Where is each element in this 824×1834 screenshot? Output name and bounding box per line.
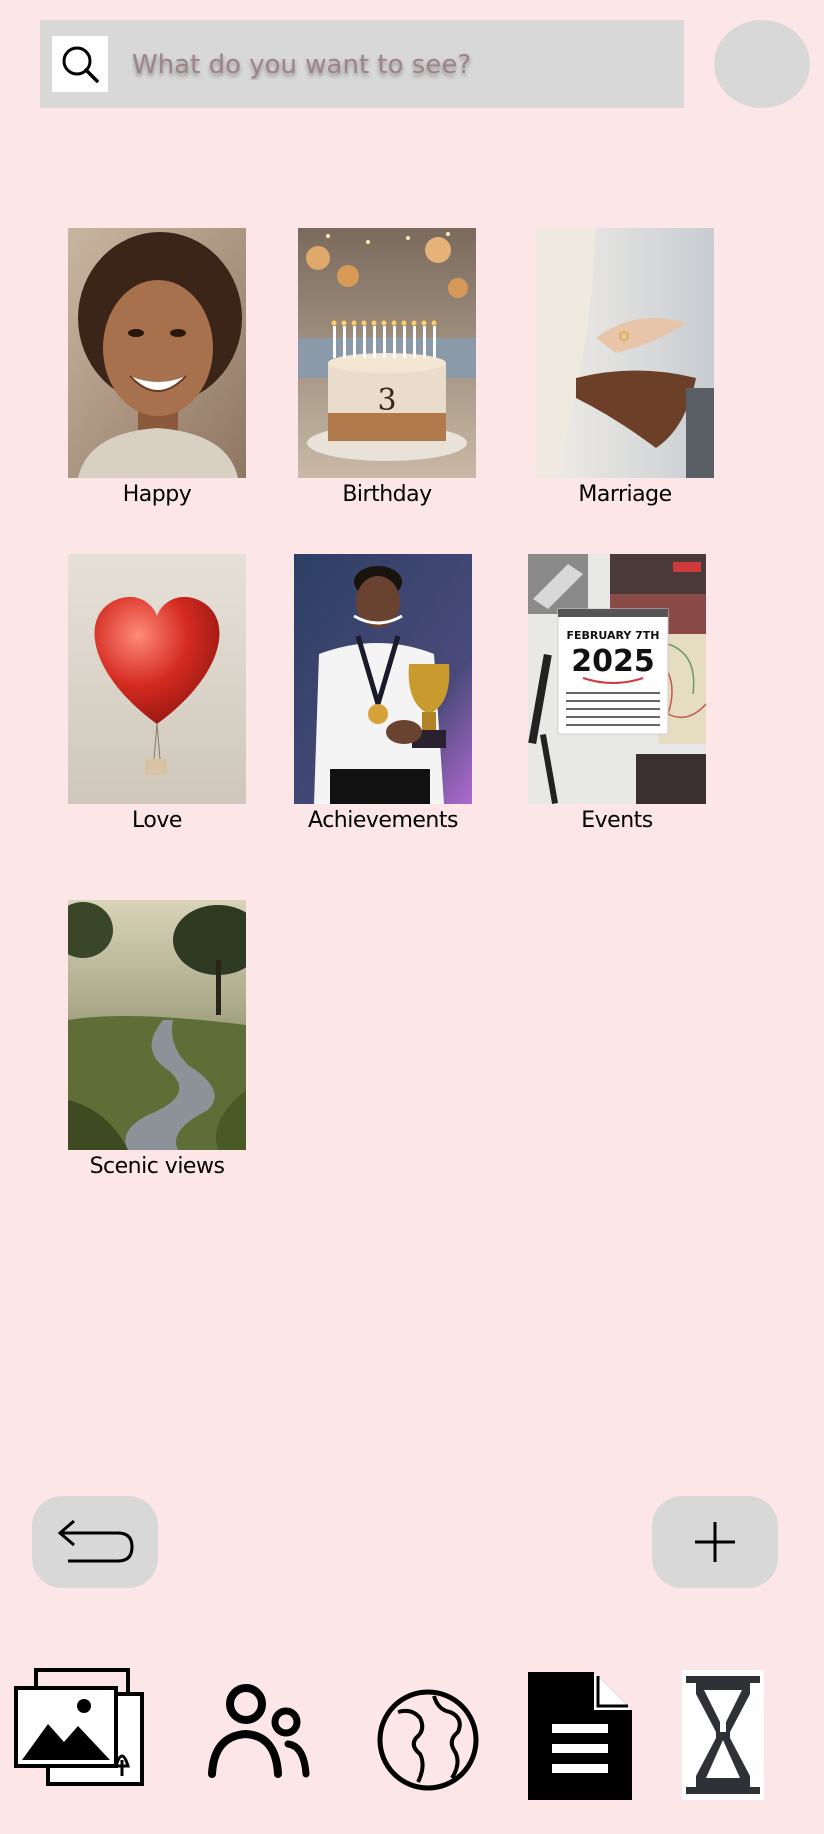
hourglass-icon: [682, 1670, 764, 1800]
album-scenic-views[interactable]: Scenic views: [68, 900, 246, 1179]
calendar-year: 2025: [571, 644, 655, 679]
album-thumbnail-marriage[interactable]: [536, 228, 714, 478]
album-label-love: Love: [132, 808, 182, 833]
album-label-marriage: Marriage: [578, 482, 672, 507]
people-icon: [208, 1684, 310, 1778]
nav-globe[interactable]: [376, 1688, 480, 1792]
album-thumbnail-events[interactable]: FEBRUARY 7TH 2025: [528, 554, 706, 804]
plus-icon: [695, 1522, 735, 1562]
nav-documents[interactable]: [528, 1672, 632, 1800]
album-thumbnail-happy[interactable]: [68, 228, 246, 478]
album-label-achievements: Achievements: [308, 808, 458, 833]
nav-people[interactable]: [206, 1680, 310, 1780]
nav-gallery[interactable]: [14, 1666, 146, 1788]
album-label-events: Events: [581, 808, 653, 833]
album-label-happy: Happy: [122, 482, 192, 507]
calendar-month-day: FEBRUARY 7TH: [566, 629, 659, 642]
search-input[interactable]: [130, 34, 664, 96]
album-birthday[interactable]: 3 Birthday: [298, 228, 476, 507]
undo-arrow-icon: [57, 1519, 134, 1563]
gallery-icon: [14, 1668, 144, 1786]
album-thumbnail-birthday[interactable]: 3: [298, 228, 476, 478]
add-button[interactable]: [652, 1496, 778, 1588]
album-label-birthday: Birthday: [342, 482, 432, 507]
album-events[interactable]: FEBRUARY 7TH 2025 Events: [528, 554, 706, 833]
album-thumbnail-scenic-views[interactable]: [68, 900, 246, 1150]
album-label-scenic-views: Scenic views: [89, 1154, 225, 1179]
album-thumbnail-achievements[interactable]: [294, 554, 472, 804]
album-love[interactable]: Love: [68, 554, 246, 833]
cake-number: 3: [377, 383, 396, 418]
album-achievements[interactable]: Achievements: [294, 554, 472, 833]
album-thumbnail-love[interactable]: [68, 554, 246, 804]
search-bar: [40, 20, 684, 108]
back-button[interactable]: [32, 1496, 158, 1588]
document-icon: [528, 1672, 632, 1800]
avatar[interactable]: [714, 20, 810, 108]
search-icon[interactable]: [52, 36, 108, 92]
globe-icon: [377, 1689, 479, 1791]
album-happy[interactable]: Happy: [68, 228, 246, 507]
album-marriage[interactable]: Marriage: [536, 228, 714, 507]
nav-history[interactable]: [682, 1670, 764, 1800]
